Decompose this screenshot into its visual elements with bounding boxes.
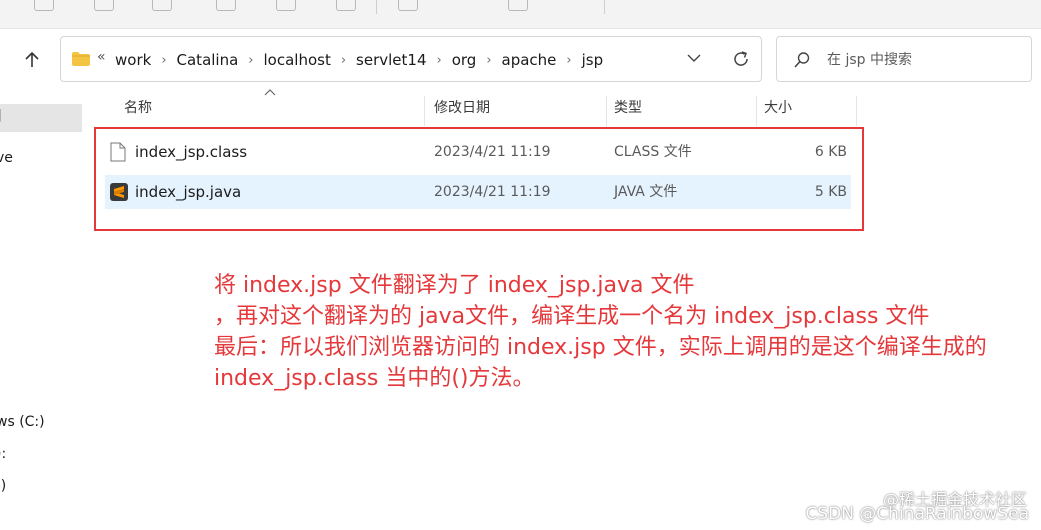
rename-icon[interactable] [216, 0, 236, 11]
toolbar-divider [376, 0, 377, 14]
copy-icon[interactable] [94, 0, 114, 11]
command-toolbar [0, 0, 1041, 29]
chevron-right-icon[interactable]: › [153, 53, 174, 68]
breadcrumb-item[interactable]: Catalina [175, 51, 241, 69]
annotation-line: 最后：所以我们浏览器访问的 index.jsp 文件，实际上调用的是这个编译生成… [214, 335, 987, 360]
chevron-right-icon[interactable]: › [240, 53, 261, 68]
chevron-right-icon[interactable]: › [333, 53, 354, 68]
annotation-line: index_jsp.class 当中的()方法。 [214, 366, 535, 391]
breadcrumb-item[interactable]: localhost [262, 51, 333, 69]
highlight-box [94, 127, 864, 231]
nav-item-label[interactable]: ve [0, 150, 13, 166]
breadcrumb: work › Catalina › localhost › servlet14 … [113, 37, 605, 83]
breadcrumb-overflow[interactable]: « [97, 49, 106, 65]
toolbar-divider [604, 0, 605, 14]
chevron-down-icon[interactable] [687, 53, 701, 63]
column-divider[interactable] [424, 96, 425, 126]
breadcrumb-item[interactable]: work [113, 51, 153, 69]
navigation-pane: ] ve ws (C:) ): :) [0, 90, 86, 530]
nav-item-selected[interactable] [0, 104, 82, 132]
search-icon [794, 52, 810, 68]
nav-item-label[interactable]: ): [0, 446, 6, 462]
chevron-right-icon[interactable]: › [429, 53, 450, 68]
column-divider[interactable] [606, 96, 607, 126]
delete-icon[interactable] [336, 0, 356, 11]
breadcrumb-item[interactable]: servlet14 [354, 51, 428, 69]
column-divider[interactable] [756, 96, 757, 126]
view-icon[interactable] [508, 0, 528, 11]
breadcrumb-item[interactable]: jsp [580, 51, 606, 69]
sort-icon[interactable] [398, 0, 418, 11]
watermark: CSDN @ChinaRainbowSea [805, 504, 1029, 524]
chevron-right-icon[interactable]: › [478, 53, 499, 68]
annotation-text: 将 index.jsp 文件翻译为了 index_jsp.java 文件 ，再对… [214, 270, 1034, 394]
paste-icon[interactable] [152, 0, 172, 11]
share-icon[interactable] [276, 0, 296, 11]
column-header-modified[interactable]: 修改日期 [434, 90, 490, 126]
annotation-line: 将 index.jsp 文件翻译为了 index_jsp.java 文件 [214, 273, 695, 298]
chevron-right-icon[interactable]: › [558, 53, 579, 68]
breadcrumb-item[interactable]: org [450, 51, 479, 69]
column-divider[interactable] [856, 96, 857, 126]
search-box[interactable]: 在 jsp 中搜索 [776, 36, 1032, 82]
arrow-up-icon [25, 51, 39, 67]
annotation-line: ，再对这个翻译为的 java文件，编译生成一个名为 index_jsp.clas… [214, 304, 930, 329]
nav-item-label[interactable]: ws (C:) [0, 414, 45, 430]
up-button[interactable] [16, 44, 48, 76]
navigation-row: « work › Catalina › localhost › servlet1… [0, 36, 1041, 84]
address-bar[interactable]: « work › Catalina › localhost › servlet1… [60, 36, 762, 82]
column-header-name[interactable]: 名称 [124, 90, 152, 126]
column-header-size[interactable]: 大小 [764, 90, 792, 126]
sort-ascending-icon [264, 89, 276, 96]
breadcrumb-item[interactable]: apache [500, 51, 559, 69]
folder-icon [72, 52, 90, 66]
cut-icon[interactable] [34, 0, 54, 11]
nav-item-label[interactable]: ] [0, 108, 1, 124]
column-header-type[interactable]: 类型 [614, 90, 642, 126]
search-input[interactable]: 在 jsp 中搜索 [827, 37, 912, 83]
refresh-icon[interactable] [731, 49, 751, 69]
nav-item-label[interactable]: :) [0, 478, 6, 494]
